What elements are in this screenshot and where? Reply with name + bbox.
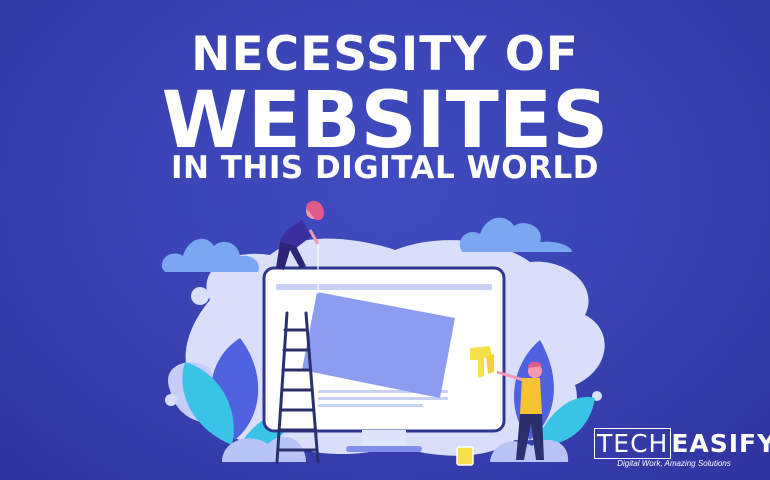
screen-text-line bbox=[318, 397, 448, 400]
brand-name-part-2: EASIFY bbox=[671, 429, 770, 458]
monitor-base bbox=[346, 446, 422, 452]
screen-text-line bbox=[318, 404, 423, 407]
decor-dot bbox=[191, 287, 209, 305]
brand-tagline: Digital Work, Amazing Solutions bbox=[617, 459, 731, 468]
brand-logo[interactable]: TECH EASIFY Digital Work, Amazing Solutio… bbox=[594, 428, 770, 468]
monitor-stand bbox=[362, 430, 406, 448]
man-body bbox=[520, 378, 542, 414]
screen-header-bar bbox=[276, 284, 492, 290]
brand-name: TECH EASIFY bbox=[594, 428, 770, 459]
cloud-icon bbox=[459, 217, 572, 252]
woman-hair bbox=[306, 200, 324, 221]
website-illustration bbox=[161, 200, 605, 466]
brand-name-part-1: TECH bbox=[594, 428, 672, 459]
paint-bucket-icon bbox=[456, 446, 474, 466]
decor-dot bbox=[165, 394, 177, 406]
decor-dot bbox=[514, 289, 530, 305]
banner-canvas: NECESSITY OF WEBSITES IN THIS DIGITAL WO… bbox=[0, 0, 770, 480]
